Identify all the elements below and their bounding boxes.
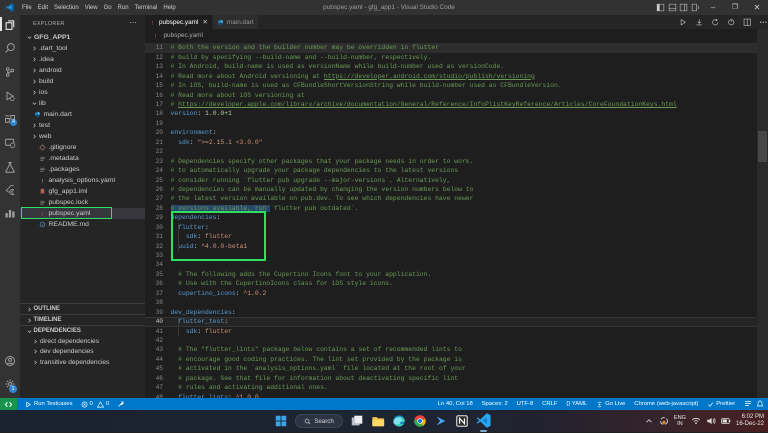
svg-text:!: ! — [151, 20, 154, 26]
svg-text:!: ! — [41, 178, 44, 184]
svg-text:!: ! — [154, 33, 157, 39]
